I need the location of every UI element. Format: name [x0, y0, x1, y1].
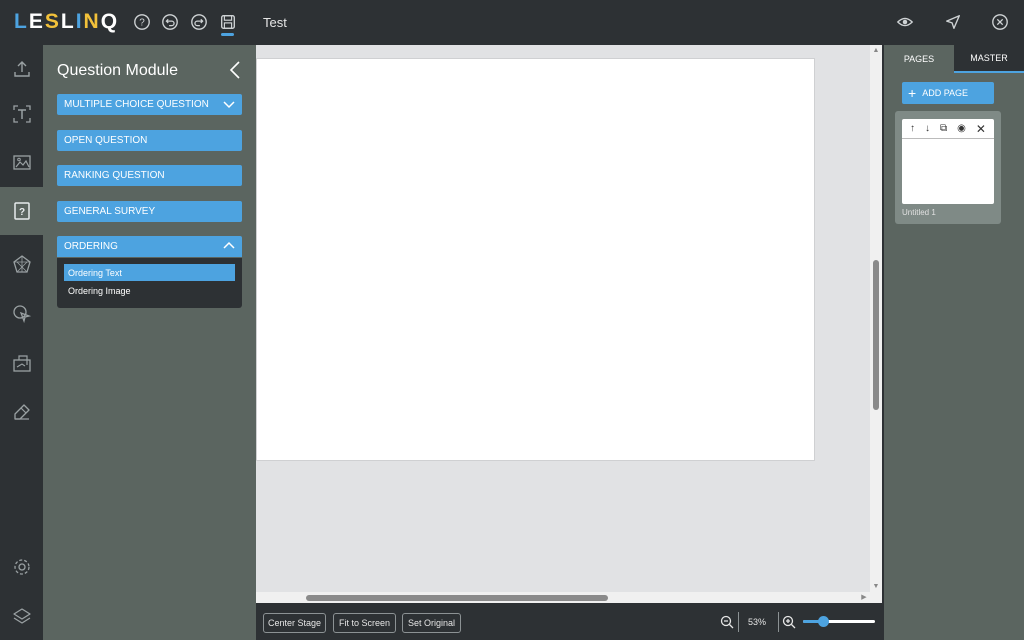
eraser-icon[interactable] [0, 388, 43, 436]
scroll-right-arrow-icon[interactable]: ▶ [860, 593, 868, 602]
ordering-image-item[interactable]: Ordering Image [64, 282, 235, 299]
help-icon[interactable]: ? [132, 12, 152, 32]
text-icon[interactable] [0, 90, 43, 138]
set-original-button[interactable]: Set Original [402, 613, 461, 633]
svg-text:?: ? [18, 207, 24, 218]
document-title: Test [263, 15, 287, 30]
page-thumbnail[interactable]: ↑ ↓ ⧉ ◉ ✕ [902, 119, 994, 204]
add-page-label: ADD PAGE [922, 88, 969, 98]
thumbnail-toolbar: ↑ ↓ ⧉ ◉ ✕ [902, 119, 994, 139]
save-icon[interactable] [218, 12, 238, 32]
pages-panel: PAGES MASTER + ADD PAGE ↑ ↓ ⧉ ◉ ✕ Untitl… [882, 45, 1024, 640]
zoom-out-icon[interactable] [720, 615, 734, 629]
app-logo: LESLINQ [14, 10, 119, 34]
add-page-button[interactable]: + ADD PAGE [902, 82, 994, 104]
page-thumbnail-card[interactable]: ↑ ↓ ⧉ ◉ ✕ Untitled 1 [895, 111, 1001, 224]
button-label: GENERAL SURVEY [64, 206, 156, 217]
center-stage-button[interactable]: Center Stage [263, 613, 326, 633]
chevron-up-icon [223, 241, 235, 249]
ordering-button[interactable]: ORDERING [57, 236, 242, 257]
undo-icon[interactable] [160, 12, 180, 32]
zoom-slider[interactable] [803, 616, 875, 627]
close-circle-icon[interactable] [990, 12, 1010, 32]
panel-title: Question Module [57, 62, 178, 79]
page-label: Untitled 1 [902, 208, 936, 217]
ordering-dropdown: Ordering Text Ordering Image [57, 258, 242, 308]
canvas-page[interactable] [256, 58, 815, 461]
button-label: OPEN QUESTION [64, 135, 148, 146]
question-module-panel: Question Module MULTIPLE CHOICE QUESTION… [43, 45, 256, 640]
ordering-text-item[interactable]: Ordering Text [64, 264, 235, 281]
scroll-up-arrow-icon[interactable]: ▲ [872, 47, 880, 55]
button-label: ORDERING [64, 241, 118, 252]
send-icon[interactable] [943, 12, 963, 32]
chevron-down-icon [223, 101, 235, 109]
layers-icon[interactable] [0, 592, 43, 640]
question-icon[interactable]: ? [0, 187, 43, 235]
vertical-scroll-thumb[interactable] [873, 260, 879, 410]
settings-icon[interactable] [0, 543, 43, 591]
fit-to-screen-button[interactable]: Fit to Screen [333, 613, 396, 633]
multiple-choice-question-button[interactable]: MULTIPLE CHOICE QUESTION [57, 94, 242, 115]
horizontal-scrollbar[interactable]: ▶ [256, 592, 870, 603]
media-icon[interactable] [0, 138, 43, 186]
delete-icon[interactable]: ✕ [976, 122, 986, 136]
bottom-toolbar: Center Stage Fit to Screen Set Original … [256, 603, 882, 640]
collapse-panel-icon[interactable] [227, 60, 243, 80]
logo-letter: L [60, 10, 76, 33]
zoom-separator [778, 612, 779, 632]
save-active-indicator [221, 33, 234, 36]
open-question-button[interactable]: OPEN QUESTION [57, 130, 242, 151]
horizontal-scroll-thumb[interactable] [306, 595, 608, 601]
tab-master[interactable]: MASTER [954, 45, 1024, 73]
button-label: RANKING QUESTION [64, 170, 165, 181]
move-down-icon[interactable]: ↓ [925, 123, 930, 134]
logo-letter: I [75, 10, 84, 33]
zoom-slider-handle[interactable] [818, 616, 830, 627]
top-bar: LESLINQ ? Test [0, 0, 1024, 45]
left-tool-rail: ? [0, 45, 43, 640]
logo-letter: E [28, 10, 45, 33]
import-icon[interactable] [0, 339, 43, 387]
plus-icon: + [908, 85, 917, 101]
button-label: MULTIPLE CHOICE QUESTION [64, 99, 209, 110]
interaction-icon[interactable] [0, 290, 43, 338]
upload-icon[interactable] [0, 45, 43, 93]
assessment-icon[interactable] [0, 240, 43, 288]
zoom-separator [738, 612, 739, 632]
visibility-eye-icon[interactable]: ◉ [957, 123, 966, 134]
scroll-down-arrow-icon[interactable]: ▼ [872, 583, 880, 591]
logo-letter: S [44, 10, 61, 33]
logo-letter: Q [100, 10, 120, 33]
preview-eye-icon[interactable] [895, 12, 915, 32]
zoom-in-icon[interactable] [782, 615, 796, 629]
tab-pages[interactable]: PAGES [884, 45, 954, 73]
duplicate-icon[interactable]: ⧉ [940, 123, 947, 134]
logo-letter: L [14, 10, 29, 33]
general-survey-button[interactable]: GENERAL SURVEY [57, 201, 242, 222]
editor-stage[interactable]: ▲ ▼ ▶ [256, 45, 882, 603]
ranking-question-button[interactable]: RANKING QUESTION [57, 165, 242, 186]
svg-text:?: ? [139, 18, 145, 29]
zoom-level: 53% [748, 617, 767, 627]
vertical-scrollbar[interactable]: ▲ ▼ [870, 45, 882, 603]
redo-icon[interactable] [189, 12, 209, 32]
logo-letter: N [83, 10, 101, 33]
move-up-icon[interactable]: ↑ [910, 123, 915, 134]
